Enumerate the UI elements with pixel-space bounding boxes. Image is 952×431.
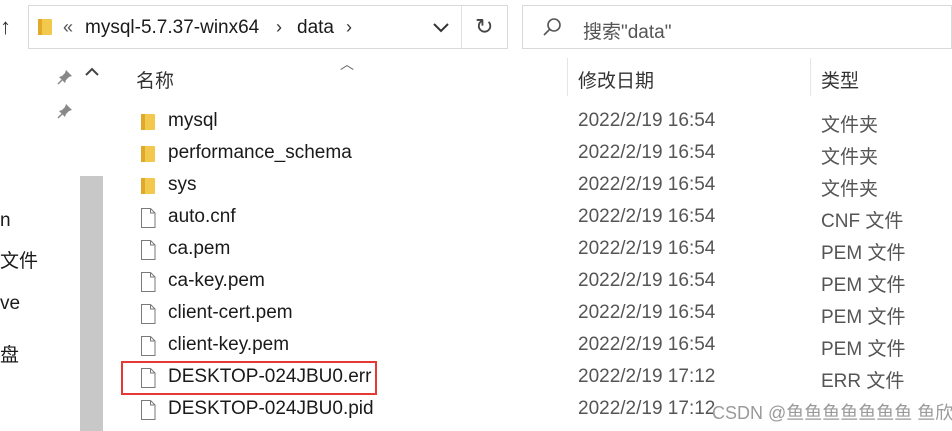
file-icon (139, 399, 157, 421)
folder-icon (139, 175, 157, 197)
file-icon (139, 335, 157, 357)
column-header-type[interactable]: 类型 (821, 66, 859, 93)
file-date: 2022/2/19 16:54 (578, 302, 716, 323)
file-type: PEM 文件 (821, 307, 906, 328)
column-header-date[interactable]: 修改日期 (578, 66, 654, 93)
nav-item-fragment[interactable]: ve (0, 293, 20, 315)
file-type: PEM 文件 (821, 339, 906, 360)
annotation-highlight-box (121, 361, 377, 395)
file-date: 2022/2/19 16:54 (578, 334, 716, 355)
file-type: PEM 文件 (821, 275, 906, 296)
chevron-right-icon[interactable]: › (346, 17, 352, 38)
file-type: 文件夹 (821, 147, 879, 168)
column-divider[interactable] (810, 58, 811, 96)
file-name: mysql (168, 110, 218, 131)
folder-icon (38, 19, 52, 35)
refresh-icon[interactable]: ↻ (475, 14, 493, 40)
file-name: ca.pem (168, 238, 231, 259)
search-input[interactable]: 搜索"data" (583, 17, 671, 44)
file-name: client-key.pem (168, 334, 290, 355)
pin-icon[interactable] (56, 102, 74, 120)
search-icon (543, 18, 561, 36)
folder-icon (139, 111, 157, 133)
breadcrumb-data[interactable]: data (297, 17, 334, 39)
divider (461, 6, 462, 48)
file-row[interactable]: auto.cnf 2022/2/19 16:54 CNF 文件 (125, 202, 952, 234)
file-name: ca-key.pem (168, 270, 265, 291)
nav-item-fragment[interactable]: 盘 (0, 340, 19, 367)
nav-item-fragment[interactable]: n (0, 210, 11, 232)
file-date: 2022/2/19 17:12 (578, 366, 716, 387)
file-icon (139, 271, 157, 293)
sort-up-icon: ︿ (340, 56, 354, 72)
file-date: 2022/2/19 16:54 (578, 206, 716, 227)
file-row[interactable]: client-key.pem 2022/2/19 16:54 PEM 文件 (125, 330, 952, 362)
watermark: CSDN @鱼鱼鱼鱼鱼鱼鱼 鱼欣 (712, 403, 952, 423)
scrollbar-thumb[interactable] (80, 176, 103, 431)
scroll-up-icon[interactable] (82, 62, 102, 82)
file-row[interactable]: client-cert.pem 2022/2/19 16:54 PEM 文件 (125, 298, 952, 330)
up-arrow-icon[interactable]: ↑ (0, 14, 18, 42)
file-name: client-cert.pem (168, 302, 293, 323)
file-icon (139, 239, 157, 261)
file-type: CNF 文件 (821, 211, 904, 232)
file-date: 2022/2/19 16:54 (578, 238, 716, 259)
file-date: 2022/2/19 17:12 (578, 398, 716, 419)
file-date: 2022/2/19 16:54 (578, 174, 716, 195)
file-row[interactable]: performance_schema 2022/2/19 16:54 文件夹 (125, 138, 952, 170)
column-header-name[interactable]: 名称 (136, 66, 174, 93)
file-name: DESKTOP-024JBU0.pid (168, 398, 374, 419)
file-type: 文件夹 (821, 179, 879, 200)
file-date: 2022/2/19 16:54 (578, 110, 716, 131)
file-type: PEM 文件 (821, 243, 906, 264)
file-type: 文件夹 (821, 115, 879, 136)
file-row[interactable]: mysql 2022/2/19 16:54 文件夹 (125, 106, 952, 138)
breadcrumb-mysql[interactable]: mysql-5.7.37-winx64 (85, 17, 259, 39)
chevron-down-icon[interactable] (429, 14, 453, 40)
column-divider[interactable] (567, 58, 568, 96)
file-icon (139, 207, 157, 229)
address-bar[interactable]: « mysql-5.7.37-winx64 › data › ↻ (28, 5, 508, 49)
breadcrumb-overflow[interactable]: « (63, 17, 73, 38)
chevron-right-icon[interactable]: › (276, 17, 282, 38)
file-name: auto.cnf (168, 206, 236, 227)
pin-icon[interactable] (56, 68, 74, 86)
file-row[interactable]: sys 2022/2/19 16:54 文件夹 (125, 170, 952, 202)
file-name: performance_schema (168, 142, 352, 163)
nav-item-fragment[interactable]: 文件 (0, 246, 38, 273)
file-date: 2022/2/19 16:54 (578, 142, 716, 163)
file-row[interactable]: ca-key.pem 2022/2/19 16:54 PEM 文件 (125, 266, 952, 298)
file-name: sys (168, 174, 197, 195)
file-type: ERR 文件 (821, 371, 905, 392)
search-box[interactable]: 搜索"data" (522, 5, 952, 49)
file-row[interactable]: ca.pem 2022/2/19 16:54 PEM 文件 (125, 234, 952, 266)
file-icon (139, 303, 157, 325)
file-date: 2022/2/19 16:54 (578, 270, 716, 291)
folder-icon (139, 143, 157, 165)
